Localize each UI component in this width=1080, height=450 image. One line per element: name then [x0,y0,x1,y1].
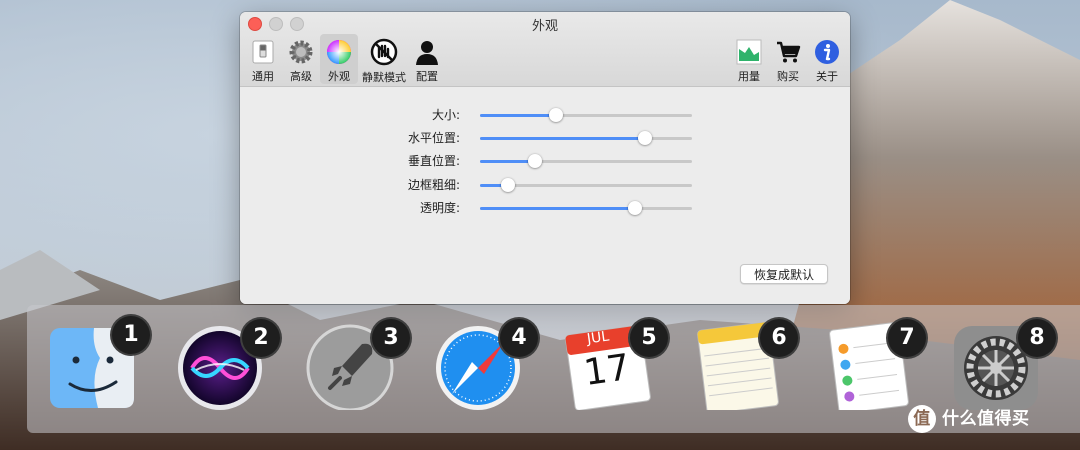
tool-label: 关于 [816,70,838,83]
dock-badge: 7 [886,317,928,359]
chart-icon [734,37,764,66]
smzdm-watermark: 值什么值得买 [908,404,1030,433]
tab-label: 外观 [328,70,350,83]
cart-icon [773,37,803,66]
slider-knob[interactable] [528,154,543,168]
size-slider[interactable] [480,105,692,125]
appearance-window: 外观 通用 高级 外观 静默模式 配置 用量 购买 关于 大小: 水平位置: 垂… [240,12,850,304]
tool-label: 用量 [738,70,760,83]
calendar-month: JUL [585,328,611,348]
calendar-day: 17 [581,347,633,394]
tab-advanced[interactable]: 高级 [282,34,320,84]
mute-hand-icon [369,37,399,67]
dock-badge: 1 [110,314,152,356]
slider-knob[interactable] [627,201,642,215]
buy-button[interactable]: 购买 [769,34,807,84]
dock-badge: 8 [1016,317,1058,359]
slider-label: 边框粗细: [407,178,460,192]
appearance-settings-panel: 大小: 水平位置: 垂直位置: 边框粗细: 透明度: 恢复成默认 [240,87,850,304]
color-wheel-icon [324,37,354,66]
about-button[interactable]: 关于 [808,34,846,84]
opacity-slider[interactable] [480,198,692,218]
tab-silent-mode[interactable]: 静默模式 [361,34,407,84]
slider-knob[interactable] [638,131,653,145]
slider-row-border: 边框粗细: [240,175,850,195]
person-icon [412,37,442,66]
gear-icon [286,37,316,66]
slider-row-size: 大小: [240,105,850,125]
watermark-text: 什么值得买 [942,409,1030,429]
slider-label: 透明度: [419,201,460,215]
info-icon [812,37,842,66]
tab-label: 通用 [252,70,274,83]
slider-row-vertical: 垂直位置: [240,151,850,171]
window-titlebar: 外观 通用 高级 外观 静默模式 配置 用量 购买 关于 [240,12,850,87]
dock-badge: 3 [370,317,412,359]
slider-row-opacity: 透明度: [240,198,850,218]
dock-badge: 4 [498,317,540,359]
tab-appearance[interactable]: 外观 [320,34,358,84]
dock-badge: 5 [628,317,670,359]
usage-button[interactable]: 用量 [730,34,768,84]
vertical-position-slider[interactable] [480,151,692,171]
slider-label: 垂直位置: [407,154,460,168]
dock-badge: 2 [240,317,282,359]
reset-defaults-button[interactable]: 恢复成默认 [740,264,828,284]
switch-icon [248,37,278,66]
dock-badge: 6 [758,317,800,359]
border-width-slider[interactable] [480,175,692,195]
window-title: 外观 [531,19,558,34]
horizontal-position-slider[interactable] [480,128,692,148]
tab-general[interactable]: 通用 [244,34,282,84]
slider-label: 水平位置: [407,131,460,145]
tab-label: 配置 [416,70,438,83]
slider-label: 大小: [431,108,460,122]
tab-profile[interactable]: 配置 [408,34,446,84]
slider-row-horizontal: 水平位置: [240,128,850,148]
watermark-logo-icon: 值 [908,405,936,433]
slider-knob[interactable] [549,108,564,122]
tab-label: 高级 [290,70,312,83]
tool-label: 购买 [777,70,799,83]
tab-label: 静默模式 [362,71,406,84]
slider-knob[interactable] [500,178,515,192]
